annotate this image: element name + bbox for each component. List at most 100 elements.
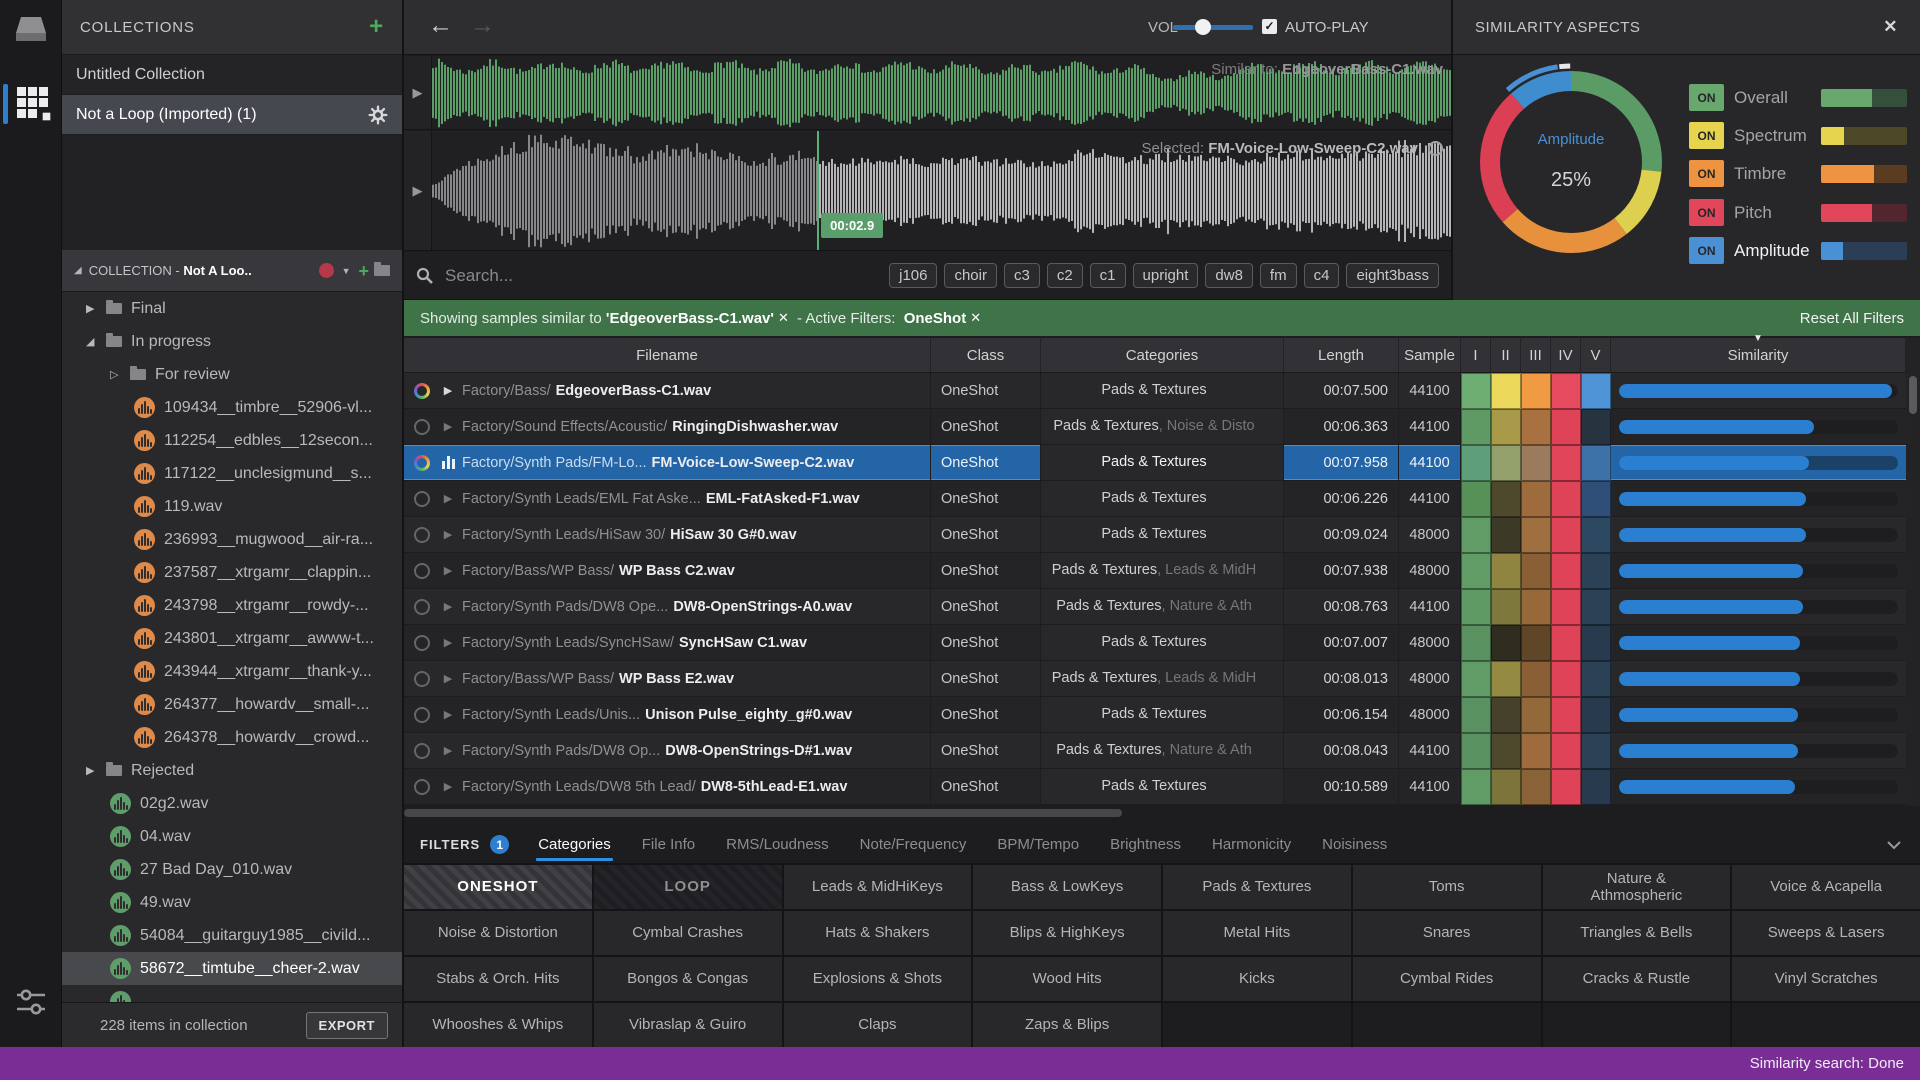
category-button[interactable]: Voice & Acapella <box>1732 865 1920 909</box>
play-icon[interactable]: ▶ <box>440 636 456 649</box>
tree-file-item[interactable]: 58672__timtube__cheer-2.wav <box>62 952 402 985</box>
status-circle-icon[interactable] <box>414 527 430 543</box>
tab-rms-loudness[interactable]: RMS/Loudness <box>724 827 831 862</box>
column-header-class[interactable]: Class <box>931 338 1041 372</box>
reset-all-filters-button[interactable]: Reset All Filters <box>1800 310 1904 327</box>
status-circle-icon[interactable] <box>414 743 430 759</box>
play-icon[interactable]: ▶ <box>440 600 456 613</box>
tree-file-item[interactable]: 112254__edbles__12secon... <box>62 424 402 457</box>
category-button[interactable]: Cymbal Rides <box>1353 957 1541 1001</box>
table-row[interactable]: ▶Factory/Synth Leads/DW8 5th Lead/DW8-5t… <box>404 769 1906 805</box>
search-input[interactable] <box>445 266 725 286</box>
tree-file-item[interactable]: 243944__xtrgamr__thank-y... <box>62 655 402 688</box>
category-button[interactable]: Sweeps & Lasers <box>1732 911 1920 955</box>
category-button[interactable]: Toms <box>1353 865 1541 909</box>
aspect-weight-slider[interactable] <box>1821 204 1907 222</box>
search-tag[interactable]: c1 <box>1090 263 1126 288</box>
search-tag[interactable]: c4 <box>1304 263 1340 288</box>
similarity-ring-icon[interactable] <box>414 383 430 399</box>
play-icon[interactable]: ▶ <box>413 85 423 101</box>
tree-file-item[interactable]: 264378__howardv__crowd... <box>62 721 402 754</box>
search-tag[interactable]: eight3bass <box>1346 263 1439 288</box>
waveform-reference[interactable]: ▶ Similar to: EdgeoverBass-C1.wav <box>404 56 1451 130</box>
aspect-toggle-button[interactable]: ON <box>1689 160 1724 187</box>
tree-folder-item[interactable]: ◢In progress <box>62 325 402 358</box>
tree-file-item[interactable]: 117122__unclesigmund__s... <box>62 457 402 490</box>
category-button[interactable]: Hats & Shakers <box>784 911 972 955</box>
aspect-toggle-button[interactable]: ON <box>1689 84 1724 111</box>
collection-item[interactable]: Untitled Collection <box>62 55 402 95</box>
search-tag[interactable]: choir <box>944 263 997 288</box>
settings-sliders-icon[interactable] <box>15 985 47 1019</box>
column-header-iv[interactable]: IV <box>1551 338 1581 372</box>
add-collection-button[interactable]: + <box>369 15 384 39</box>
sidebar-item-browser[interactable] <box>0 80 62 128</box>
category-button[interactable]: Noise & Distortion <box>404 911 592 955</box>
column-header-categories[interactable]: Categories <box>1041 338 1284 372</box>
search-tag[interactable]: upright <box>1133 263 1199 288</box>
record-color-icon[interactable] <box>319 263 334 278</box>
category-button[interactable]: Leads & MidHiKeys <box>784 865 972 909</box>
column-header-ii[interactable]: II <box>1491 338 1521 372</box>
tree-file-item[interactable]: 243798__xtrgamr__rowdy-... <box>62 589 402 622</box>
status-circle-icon[interactable] <box>414 599 430 615</box>
tree-disclosure-icon[interactable]: ▶ <box>86 764 101 777</box>
waveform-selected[interactable]: ▶ 00:02.9 Selected: FM-Voice-Low-Sweep-C… <box>404 131 1451 251</box>
search-tag[interactable]: j106 <box>889 263 937 288</box>
column-header-length[interactable]: Length <box>1284 338 1399 372</box>
tree-file-item[interactable]: 49.wav <box>62 886 402 919</box>
collapse-panel-chevron-icon[interactable] <box>1886 840 1902 850</box>
tree-disclosure-icon[interactable]: ◢ <box>86 335 101 348</box>
aspect-weight-slider[interactable] <box>1821 127 1907 145</box>
category-button[interactable]: Wood Hits <box>973 957 1161 1001</box>
tab-noisiness[interactable]: Noisiness <box>1320 827 1389 862</box>
column-header-similarity[interactable]: ▼Similarity <box>1611 338 1906 372</box>
tab-harmonicity[interactable]: Harmonicity <box>1210 827 1293 862</box>
tab-categories[interactable]: Categories <box>536 827 613 862</box>
category-button[interactable]: Cymbal Crashes <box>594 911 782 955</box>
playhead-marker[interactable] <box>817 131 819 250</box>
remove-class-filter-icon[interactable]: ✕ <box>970 310 981 326</box>
category-button[interactable]: Explosions & Shots <box>784 957 972 1001</box>
tree-file-item[interactable] <box>62 985 402 1002</box>
play-icon[interactable]: ▶ <box>440 384 456 397</box>
category-button[interactable]: Vibraslap & Guiro <box>594 1003 782 1047</box>
table-row[interactable]: ▶Factory/Bass/EdgeoverBass-C1.wavOneShot… <box>404 373 1906 409</box>
play-icon[interactable]: ▶ <box>440 672 456 685</box>
category-button[interactable]: Vinyl Scratches <box>1732 957 1920 1001</box>
horizontal-scrollbar[interactable] <box>404 807 1906 819</box>
category-button[interactable]: Stabs & Orch. Hits <box>404 957 592 1001</box>
tree-disclosure-icon[interactable]: ▷ <box>110 368 125 381</box>
table-row[interactable]: ▶Factory/Sound Effects/Acoustic/RingingD… <box>404 409 1906 445</box>
vertical-scrollbar[interactable] <box>1906 338 1920 806</box>
play-icon[interactable]: ▶ <box>440 492 456 505</box>
table-row[interactable]: Factory/Synth Pads/FM-Lo...FM-Voice-Low-… <box>404 445 1906 481</box>
search-tag[interactable]: dw8 <box>1205 263 1253 288</box>
tab-file-info[interactable]: File Info <box>640 827 697 862</box>
tree-file-item[interactable]: 54084__guitarguy1985__civild... <box>62 919 402 952</box>
tree-file-item[interactable]: 236993__mugwood__air-ra... <box>62 523 402 556</box>
tree-file-item[interactable]: 109434__timbre__52906-vl... <box>62 391 402 424</box>
tab-brightness[interactable]: Brightness <box>1108 827 1183 862</box>
table-row[interactable]: ▶Factory/Synth Leads/Unis...Unison Pulse… <box>404 697 1906 733</box>
tree-folder-item[interactable]: ▶Final <box>62 292 402 325</box>
volume-slider[interactable] <box>1173 25 1253 30</box>
table-row[interactable]: ▶Factory/Synth Pads/DW8 Ope...DW8-OpenSt… <box>404 589 1906 625</box>
aspect-toggle-button[interactable]: ON <box>1689 199 1724 226</box>
tree-file-item[interactable]: 27 Bad Day_010.wav <box>62 853 402 886</box>
category-button[interactable]: Blips & HighKeys <box>973 911 1161 955</box>
export-button[interactable]: EXPORT <box>306 1012 388 1039</box>
aspect-toggle-button[interactable]: ON <box>1689 122 1724 149</box>
table-row[interactable]: ▶Factory/Bass/WP Bass/WP Bass E2.wavOneS… <box>404 661 1906 697</box>
scrollbar-thumb[interactable] <box>404 809 1122 817</box>
gear-icon[interactable] <box>368 105 388 125</box>
tree-folder-item[interactable]: ▶Rejected <box>62 754 402 787</box>
tree-file-item[interactable]: 264377__howardv__small-... <box>62 688 402 721</box>
add-folder-button[interactable]: + <box>358 262 369 280</box>
waveform-play-strip[interactable]: ▶ <box>404 56 432 129</box>
play-icon[interactable]: ▶ <box>440 744 456 757</box>
category-button[interactable]: Metal Hits <box>1163 911 1351 955</box>
tree-folder-item[interactable]: ▷For review <box>62 358 402 391</box>
category-button[interactable]: Bongos & Congas <box>594 957 782 1001</box>
tab-note-frequency[interactable]: Note/Frequency <box>858 827 969 862</box>
